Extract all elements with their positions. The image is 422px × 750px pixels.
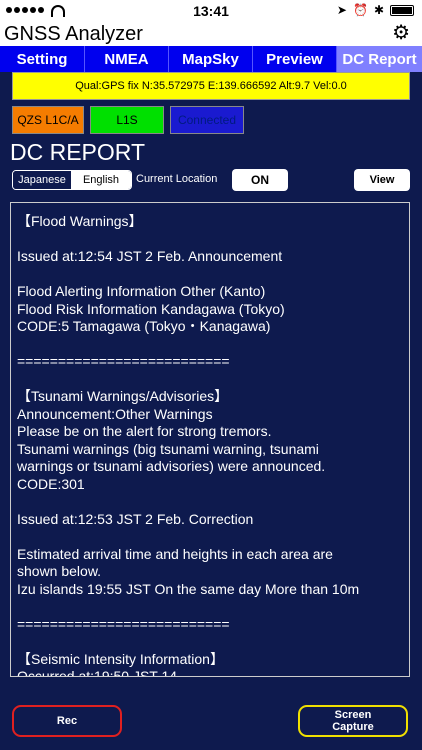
- rec-button[interactable]: Rec: [12, 705, 122, 737]
- report-line: [17, 371, 403, 389]
- connected-chip[interactable]: Connected: [170, 106, 244, 134]
- report-line: CODE:5 Tamagawa (Tokyo・Kanagawa): [17, 318, 271, 334]
- report-line: [17, 493, 403, 511]
- l1s-chip[interactable]: L1S: [90, 106, 164, 134]
- battery-icon: [390, 4, 414, 16]
- bluetooth-icon: ✱: [373, 3, 384, 17]
- report-line: [17, 231, 403, 249]
- app-title: GNSS Analyzer: [4, 23, 143, 45]
- report-line: Flood Risk Information Kandagawa (Tokyo): [17, 300, 285, 317]
- location-icon: ➤: [336, 3, 347, 17]
- report-text-area[interactable]: 【Flood Warnings】 Issued at:12:54 JST 2 Fe…: [10, 202, 410, 677]
- report-line: Issued at:12:54 JST 2 Feb. Announcement: [17, 248, 283, 264]
- page-title: DC REPORT: [10, 139, 146, 165]
- gps-status-line: Qual:GPS fix N:35.572975 E:139.666592 Al…: [12, 72, 410, 100]
- report-line: 【Seismic Intensity Information】: [17, 650, 224, 667]
- screen-capture-label-line1: Screen: [334, 709, 372, 721]
- report-line: [17, 633, 403, 651]
- status-bar: 13:41 ➤ ⏰ ✱: [0, 0, 422, 22]
- signal-chips: QZS L1C/A L1S Connected: [12, 106, 244, 134]
- report-line: [17, 598, 403, 616]
- tab-nmea[interactable]: NMEA: [85, 46, 169, 72]
- report-controls: Japanese English Current Location ON Vie…: [12, 169, 410, 191]
- screen-capture-button[interactable]: Screen Capture: [298, 705, 408, 737]
- current-location-toggle-button[interactable]: ON: [232, 169, 288, 191]
- tab-setting[interactable]: Setting: [0, 46, 85, 72]
- report-line: 【Tsunami Warnings/Advisories】: [17, 388, 229, 404]
- report-line: Tsunami warnings (big tsunami warning, t…: [17, 440, 319, 457]
- report-line: Issued at:12:53 JST 2 Feb. Correction: [17, 510, 254, 527]
- language-segmented-control: Japanese English: [12, 170, 132, 190]
- report-line: warnings or tsunami advisories) were ann…: [17, 458, 326, 474]
- qzs-l1ca-chip[interactable]: QZS L1C/A: [12, 106, 84, 134]
- report-line: CODE:301: [17, 475, 85, 492]
- tab-dc-report[interactable]: DC Report: [337, 46, 422, 72]
- report-line: Flood Alerting Information Other (Kanto): [17, 283, 266, 299]
- report-line: 【Flood Warnings】: [17, 213, 143, 229]
- report-line: Occurred at:19:50 JST 14: [17, 668, 178, 677]
- report-line: [17, 266, 403, 284]
- report-line: Please be on the alert for strong tremor…: [17, 423, 272, 439]
- report-line: [17, 528, 403, 546]
- tab-bar: Setting NMEA MapSky Preview DC Report: [0, 46, 422, 72]
- report-line: shown below.: [17, 563, 102, 579]
- language-english-option[interactable]: English: [71, 171, 131, 189]
- screen-capture-label-line2: Capture: [332, 721, 374, 733]
- report-line: [17, 336, 403, 354]
- report-line: Izu islands 19:55 JST On the same day Mo…: [17, 580, 360, 597]
- alarm-icon: ⏰: [352, 3, 368, 17]
- gear-icon[interactable]: ⚙: [392, 23, 410, 43]
- title-bar: GNSS Analyzer ⚙: [0, 22, 422, 46]
- report-line: ==========================: [17, 615, 230, 632]
- tab-mapsky[interactable]: MapSky: [169, 46, 253, 72]
- language-japanese-option[interactable]: Japanese: [13, 171, 71, 189]
- current-location-label: Current Location: [136, 173, 218, 185]
- view-button[interactable]: View: [354, 169, 410, 191]
- report-line: Estimated arrival time and heights in ea…: [17, 545, 333, 562]
- tab-preview[interactable]: Preview: [253, 46, 337, 72]
- report-line: ==========================: [17, 353, 230, 369]
- report-line: Announcement:Other Warnings: [17, 405, 213, 422]
